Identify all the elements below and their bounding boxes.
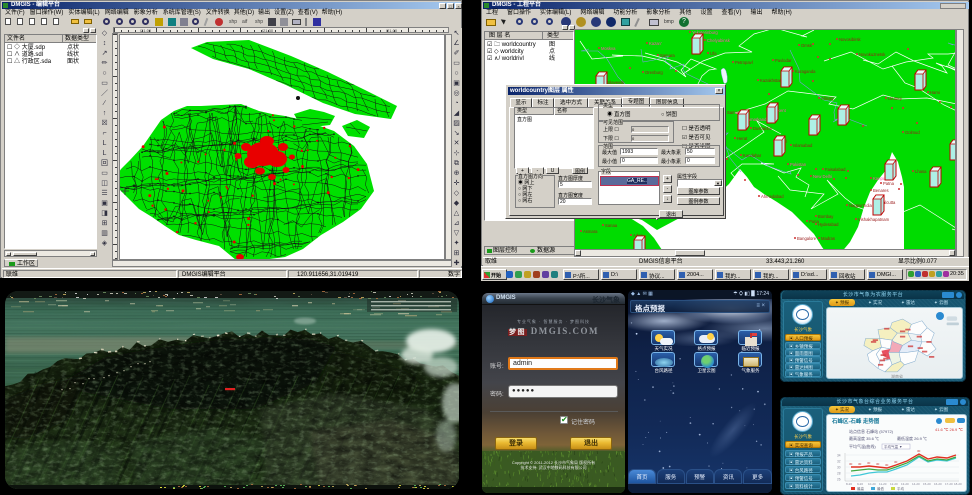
svg-text:Vishakhapatnam: Vishakhapatnam [858, 217, 890, 222]
svg-text:站点信息 石峰站 (57972): 站点信息 石峰站 (57972) [849, 428, 894, 434]
svg-text:32: 32 [837, 460, 841, 464]
svg-text:Chelyabinsk: Chelyabinsk [707, 38, 731, 43]
svg-text:10-20: 10-20 [868, 482, 876, 486]
svg-text:Benares: Benares [873, 188, 889, 193]
svg-text:Bangalore: Bangalore [797, 236, 817, 241]
svg-text:平均气温 ▼: 平均气温 ▼ [884, 444, 902, 449]
svg-text:30: 30 [837, 466, 841, 470]
svg-text:30: 30 [849, 462, 853, 466]
svg-text:30: 30 [867, 461, 871, 465]
svg-text:Urumqi: Urumqi [888, 96, 902, 101]
svg-text:Almaty: Almaty [821, 96, 835, 101]
svg-text:Asmara: Asmara [583, 229, 598, 234]
svg-text:13-20: 13-20 [901, 482, 909, 486]
svg-text:平均气温(曲线): 平均气温(曲线) [849, 443, 876, 449]
svg-text:30: 30 [885, 463, 889, 467]
svg-text:Sanaa: Sanaa [605, 223, 618, 228]
svg-text:Pavlodar: Pavlodar [775, 58, 792, 63]
svg-text:Dushanbe: Dushanbe [753, 126, 773, 131]
svg-text:Orenburg: Orenburg [645, 70, 663, 75]
svg-text:12-20: 12-20 [890, 482, 898, 486]
svg-text:湖南省: 湖南省 [891, 373, 903, 379]
svg-text:30: 30 [894, 460, 898, 464]
svg-text:28: 28 [837, 472, 841, 476]
svg-text:Hami: Hami [930, 90, 940, 95]
svg-text:Omsk: Omsk [801, 43, 813, 48]
svg-text:Pakistan: Pakistan [790, 162, 807, 167]
svg-text:Hyderabad: Hyderabad [818, 222, 839, 227]
svg-text:Karaganda: Karaganda [795, 69, 816, 74]
svg-text:26: 26 [837, 478, 841, 482]
svg-text:Faisalabad: Faisalabad [825, 167, 846, 172]
svg-text:Novosibirsk: Novosibirsk [839, 37, 862, 42]
svg-text:最高: 最高 [857, 486, 865, 491]
svg-text:Lhasa: Lhasa [915, 169, 927, 174]
svg-text:Herat: Herat [737, 136, 748, 141]
svg-text:Kazan’: Kazan’ [649, 41, 662, 46]
svg-text:Islamabad: Islamabad [793, 143, 813, 148]
svg-text:30: 30 [858, 462, 862, 466]
svg-text:Ufa: Ufa [710, 51, 717, 56]
svg-text:Kandahar: Kandahar [743, 153, 762, 158]
svg-text:15-20: 15-20 [923, 482, 931, 486]
svg-text:最低温度 26.9 ℃: 最低温度 26.9 ℃ [897, 435, 927, 441]
svg-text:Kazakhstan: Kazakhstan [760, 78, 783, 83]
svg-text:石峰区-石峰 走势图: 石峰区-石峰 走势图 [831, 417, 880, 425]
svg-text:Golmud: Golmud [905, 130, 920, 135]
svg-text:最高温度 35.6 ℃: 最高温度 35.6 ℃ [849, 435, 879, 441]
svg-text:34: 34 [837, 454, 841, 458]
svg-text:Bombay: Bombay [818, 214, 834, 219]
svg-text:New Delhi: New Delhi [813, 174, 832, 179]
svg-text:Patna: Patna [883, 181, 895, 186]
svg-text:14-20: 14-20 [912, 482, 920, 486]
svg-text:9-20: 9-20 [857, 482, 863, 486]
svg-text:Novokuznetsk: Novokuznetsk [859, 52, 886, 57]
svg-text:Madras: Madras [821, 236, 835, 241]
svg-text:16-20: 16-20 [934, 482, 942, 486]
svg-text:Samara: Samara [660, 53, 675, 58]
svg-text:18-20: 18-20 [954, 482, 962, 486]
svg-text:30: 30 [917, 449, 921, 453]
svg-text:Petropavl: Petropavl [735, 60, 753, 65]
svg-text:30: 30 [876, 462, 880, 466]
svg-text:Ahmedabad: Ahmedabad [761, 194, 784, 199]
svg-text:最低: 最低 [877, 486, 885, 491]
svg-text:Moskva: Moskva [601, 46, 616, 51]
svg-text:11-20: 11-20 [879, 482, 887, 486]
svg-text:NagpurIndia: NagpurIndia [849, 203, 872, 208]
svg-text:平均: 平均 [897, 486, 905, 491]
svg-text:17-20: 17-20 [945, 482, 953, 486]
svg-text:8-20: 8-20 [846, 482, 852, 486]
svg-text:41.6 ℃ 26.9 ℃: 41.6 ℃ 26.9 ℃ [935, 427, 963, 432]
